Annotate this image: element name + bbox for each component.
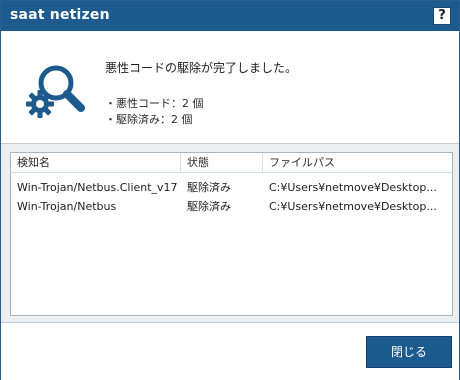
list-header: 検知名 状態 ファイルパス [11,153,452,173]
app-title: saat netizen [10,7,110,23]
help-button[interactable]: ? [433,7,451,25]
table-row[interactable]: Win-Trojan/Netbus.Client_v17 駆除済み C:¥Use… [11,179,452,197]
column-header-path[interactable]: ファイルパス [263,153,452,172]
detection-path: C:¥Users¥netmove¥Desktop... [269,181,437,194]
footer: 閉じる [1,322,459,380]
removed-count: ・駆除済み：2 個 [105,113,193,126]
magnifier-gear-icon [23,61,87,125]
close-button[interactable]: 閉じる [366,336,452,368]
detection-status: 駆除済み [187,181,231,194]
title-bar: saat netizen ? [1,1,459,31]
detection-name: Win-Trojan/Netbus [17,200,117,213]
detection-path: C:¥Users¥netmove¥Desktop... [269,200,437,213]
column-header-status[interactable]: 状態 [181,153,263,172]
column-header-name[interactable]: 検知名 [11,153,181,172]
detection-list[interactable]: 検知名 状態 ファイルパス Win-Trojan/Netbus.Client_v… [10,152,453,316]
detection-panel: 検知名 状態 ファイルパス Win-Trojan/Netbus.Client_v… [1,143,459,322]
result-summary: 悪性コードの駆除が完了しました。 ・悪性コード：2 個 ・駆除済み：2 個 [1,31,459,143]
dialog-window: saat netizen ? 悪性コードの駆除が完了しました。 ・悪性コード：2… [0,0,460,380]
completion-message: 悪性コードの駆除が完了しました。 [105,61,298,75]
malware-count: ・悪性コード：2 個 [105,97,204,110]
detection-name: Win-Trojan/Netbus.Client_v17 [17,181,178,194]
table-row[interactable]: Win-Trojan/Netbus 駆除済み C:¥Users¥netmove¥… [11,198,452,216]
detection-status: 駆除済み [187,200,231,213]
